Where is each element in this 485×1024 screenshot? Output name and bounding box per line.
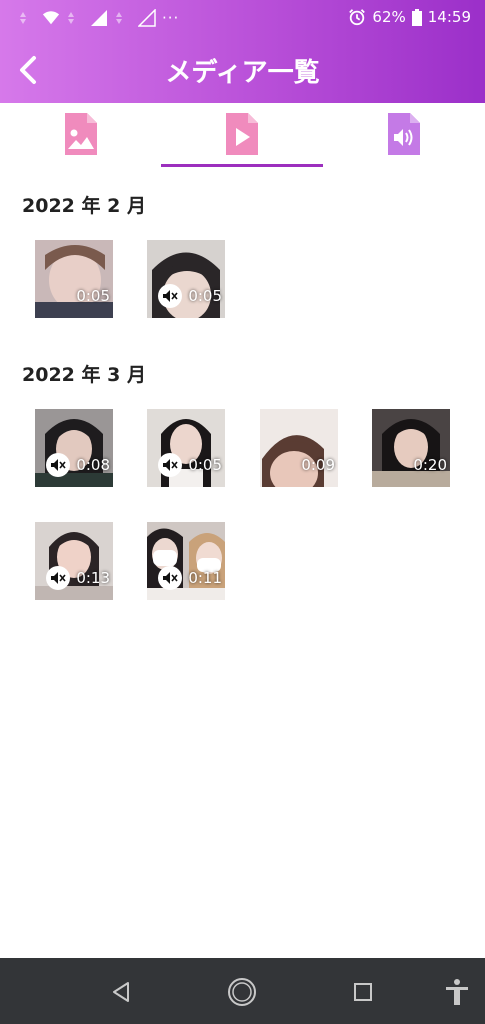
status-icons-right: 62% 14:59 <box>348 8 471 26</box>
image-file-icon <box>65 113 97 155</box>
video-duration: 0:05 <box>188 287 222 305</box>
thumbnail-image <box>260 409 338 487</box>
thumbnail-image <box>35 240 113 318</box>
wifi-icon <box>42 11 60 25</box>
status-icons-left: ··· <box>18 9 179 27</box>
thumbnail-image <box>147 409 225 487</box>
tab-selected-indicator <box>161 164 323 167</box>
mute-icon <box>158 566 182 590</box>
data-arrows-icon-2 <box>68 12 74 24</box>
video-duration: 0:05 <box>188 456 222 474</box>
section-title-feb: 2022 年 2 月 <box>22 195 146 217</box>
video-duration: 0:11 <box>188 569 222 587</box>
video-thumbnail[interactable]: 0:05 <box>147 240 225 318</box>
thumbnail-image <box>35 409 113 487</box>
video-duration: 0:05 <box>76 287 110 305</box>
mute-icon <box>46 566 70 590</box>
video-file-icon <box>226 113 258 155</box>
no-signal-icon <box>138 9 156 27</box>
title-row: メディア一覧 <box>0 44 485 96</box>
tab-image[interactable] <box>0 113 162 163</box>
square-recents-icon <box>354 983 372 1001</box>
triangle-back-icon <box>113 982 129 1002</box>
video-duration: 0:09 <box>301 456 335 474</box>
system-nav-bar <box>0 958 485 1024</box>
status-bar: ··· 62% 14:59 <box>0 0 485 36</box>
tab-audio[interactable] <box>323 113 485 163</box>
thumbnail-image <box>147 522 225 600</box>
video-thumbnail[interactable]: 0:11 <box>147 522 225 600</box>
video-duration: 0:13 <box>76 569 110 587</box>
video-thumbnail[interactable]: 0:08 <box>35 409 113 487</box>
alarm-icon <box>349 9 366 26</box>
section-title-mar: 2022 年 3 月 <box>22 364 146 386</box>
thumbnail-image <box>147 240 225 318</box>
mute-icon <box>158 453 182 477</box>
clock: 14:59 <box>427 8 471 26</box>
data-arrows-icon-3 <box>116 12 122 24</box>
video-duration: 0:20 <box>413 456 447 474</box>
video-thumbnail[interactable]: 0:05 <box>147 409 225 487</box>
video-thumbnail[interactable]: 0:20 <box>372 409 450 487</box>
media-tabs <box>0 103 485 167</box>
video-thumbnail[interactable]: 0:09 <box>260 409 338 487</box>
nav-recents-button[interactable] <box>343 972 383 1012</box>
app-bar: ··· 62% 14:59 メディア一覧 <box>0 0 485 103</box>
nav-accessibility-button[interactable] <box>437 972 477 1012</box>
data-arrows-icon <box>20 12 26 24</box>
tab-video[interactable] <box>161 113 323 163</box>
nav-back-button[interactable] <box>101 972 141 1012</box>
battery-icon <box>411 8 422 26</box>
video-thumbnail[interactable]: 0:13 <box>35 522 113 600</box>
page-title: メディア一覧 <box>165 58 320 88</box>
video-duration: 0:08 <box>76 456 110 474</box>
home-circle-icon <box>228 978 256 1006</box>
thumbnail-image <box>35 522 113 600</box>
video-thumbnail[interactable]: 0:05 <box>35 240 113 318</box>
accessibility-icon <box>446 979 468 1005</box>
mute-icon <box>158 284 182 308</box>
audio-file-icon <box>388 113 420 155</box>
battery-percent: 62% <box>372 8 406 26</box>
more-notifications: ··· <box>162 9 180 27</box>
signal-icon <box>91 10 107 26</box>
thumbnail-image <box>372 409 450 487</box>
nav-home-button[interactable] <box>222 972 262 1012</box>
mute-icon <box>46 453 70 477</box>
